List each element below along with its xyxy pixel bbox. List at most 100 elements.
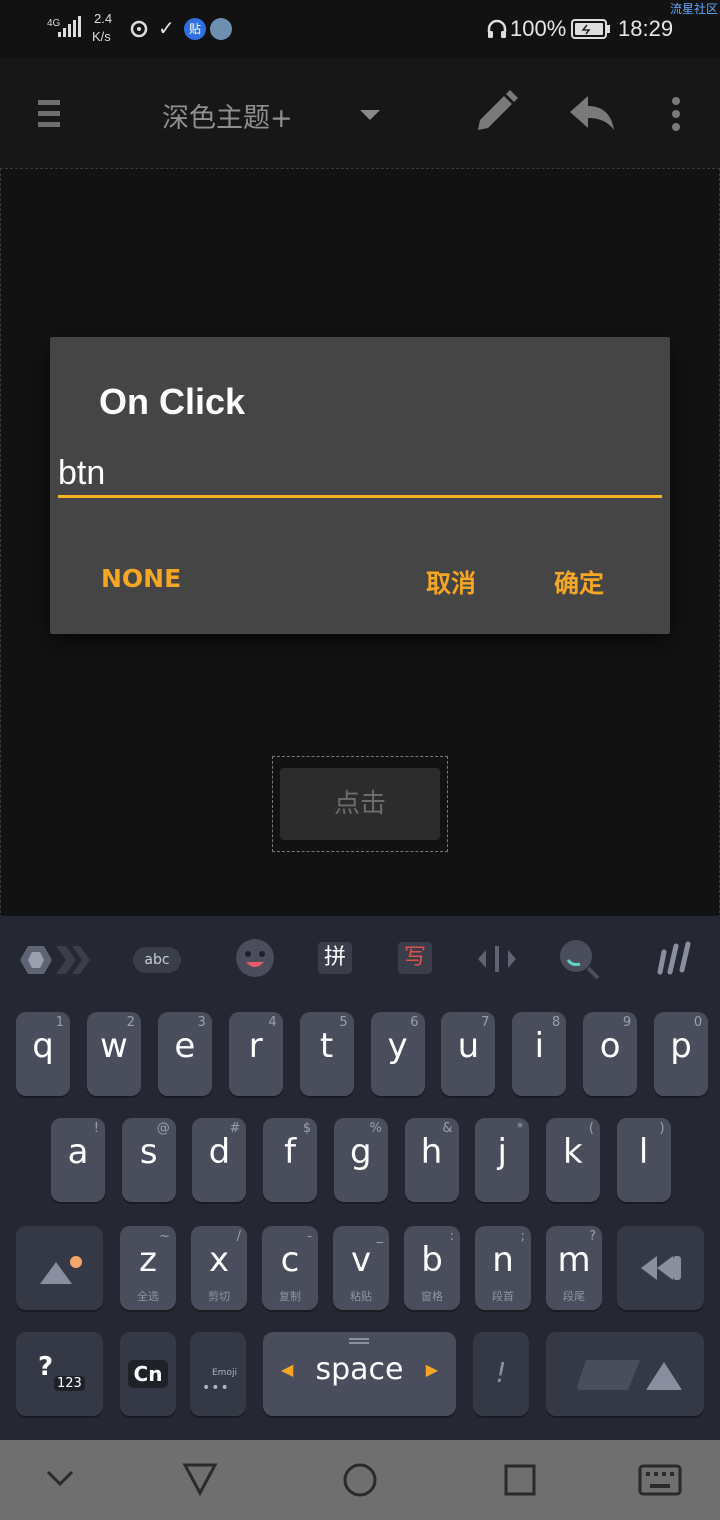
- key-w[interactable]: w2: [86, 1012, 141, 1096]
- edit-icon[interactable]: [474, 90, 518, 134]
- key-char: v: [350, 1240, 372, 1280]
- dots-icon: •••: [202, 1380, 230, 1396]
- key-h[interactable]: h &: [404, 1118, 459, 1202]
- key-char: c: [280, 1240, 300, 1280]
- key-q[interactable]: q1: [16, 1012, 70, 1096]
- key-alt-char: @: [156, 1121, 170, 1136]
- key-y[interactable]: y6: [370, 1012, 425, 1096]
- key-char: l: [638, 1132, 649, 1172]
- key-alt-char: #: [229, 1121, 241, 1136]
- keyboard-switch-icon[interactable]: [638, 1464, 682, 1496]
- keyboard-logo-icon[interactable]: [16, 942, 96, 978]
- key-e[interactable]: e3: [157, 1012, 212, 1096]
- home-icon[interactable]: [342, 1462, 378, 1498]
- hide-keyboard-icon[interactable]: [46, 1470, 74, 1488]
- key-char: i: [534, 1026, 545, 1066]
- key-char: m: [557, 1240, 591, 1280]
- key-a[interactable]: a!: [51, 1118, 105, 1202]
- numbers-key[interactable]: ? 123: [16, 1332, 103, 1416]
- key-alt-char: %: [369, 1121, 382, 1136]
- clock: 18:29: [618, 16, 674, 41]
- canvas-button-frame[interactable]: 点击: [272, 756, 448, 852]
- key-alt-char: ?: [589, 1229, 596, 1244]
- key-k[interactable]: k(: [545, 1118, 600, 1202]
- cn-key[interactable]: Cn: [120, 1332, 176, 1416]
- enter-icon: [577, 1360, 682, 1390]
- key-x[interactable]: x / 剪切: [191, 1226, 247, 1310]
- key-alt-char: $: [302, 1121, 312, 1136]
- menu-icon[interactable]: [38, 98, 62, 130]
- net-speed-unit: K/s: [92, 29, 111, 44]
- key-o[interactable]: o9: [583, 1012, 638, 1096]
- voice-icon[interactable]: [654, 938, 694, 978]
- abc-button[interactable]: abc: [133, 947, 181, 973]
- key-r[interactable]: r4: [228, 1012, 283, 1096]
- enter-key[interactable]: [546, 1332, 704, 1416]
- net-speed-value: 2.4: [94, 11, 113, 26]
- key-char: t: [319, 1026, 334, 1066]
- key-p[interactable]: p0: [654, 1012, 709, 1096]
- key-u[interactable]: u7: [441, 1012, 496, 1096]
- shift-key[interactable]: [16, 1226, 103, 1310]
- key-l[interactable]: l): [616, 1118, 671, 1202]
- watermark: 流星社区: [669, 2, 718, 16]
- key-char: g: [350, 1132, 372, 1172]
- cancel-button[interactable]: 取消: [426, 564, 476, 600]
- key-n[interactable]: n; 段首: [475, 1226, 531, 1310]
- recents-icon[interactable]: [504, 1464, 536, 1496]
- key-alt-char: /: [236, 1229, 241, 1244]
- ok-button[interactable]: 确定: [554, 564, 604, 600]
- handwrite-button[interactable]: 写: [398, 942, 432, 974]
- key-alt-char: 0: [693, 1015, 703, 1030]
- emoji-key-label: Emoji: [212, 1368, 237, 1378]
- cursor-move-icon[interactable]: [476, 946, 518, 972]
- none-button[interactable]: NONE: [101, 564, 181, 593]
- key-action-label: 段首: [492, 1290, 514, 1303]
- key-char: q: [32, 1026, 54, 1066]
- navigation-bar: [0, 1440, 720, 1520]
- more-vert-icon[interactable]: [670, 96, 682, 132]
- key-m[interactable]: m? 段尾: [546, 1226, 602, 1310]
- theme-title[interactable]: 深色主题+: [162, 96, 293, 135]
- backspace-key[interactable]: [617, 1226, 704, 1310]
- key-char: w: [99, 1026, 128, 1066]
- key-i[interactable]: i8: [512, 1012, 567, 1096]
- pinyin-button[interactable]: 拼: [318, 942, 352, 974]
- numbers-key-sub: 123: [54, 1376, 85, 1391]
- key-char: h: [420, 1132, 443, 1172]
- app-toolbar: [0, 58, 720, 168]
- key-char: z: [139, 1240, 157, 1280]
- key-alt-char: 4: [268, 1015, 277, 1030]
- key-z[interactable]: z ~ 全选: [120, 1226, 176, 1310]
- chevron-down-icon[interactable]: [358, 108, 382, 122]
- battery-icon: [571, 19, 610, 39]
- undo-icon[interactable]: [568, 94, 616, 132]
- emoji-icon[interactable]: [235, 938, 275, 978]
- key-g[interactable]: g%: [333, 1118, 388, 1202]
- key-alt-char: 8: [552, 1015, 561, 1030]
- space-key[interactable]: ◀ space ▶: [263, 1332, 456, 1416]
- sync-icon: [130, 20, 148, 38]
- back-icon[interactable]: [182, 1462, 218, 1496]
- key-alt-char: *: [516, 1121, 524, 1136]
- key-j[interactable]: j *: [475, 1118, 530, 1202]
- key-b[interactable]: b: 窗格: [404, 1226, 460, 1310]
- onclick-input[interactable]: [58, 451, 662, 498]
- backspace-icon: [641, 1256, 681, 1280]
- key-char: o: [599, 1026, 621, 1066]
- key-d[interactable]: d #: [192, 1118, 247, 1202]
- canvas-button[interactable]: 点击: [280, 768, 440, 840]
- key-v[interactable]: v _ 粘贴: [333, 1226, 389, 1310]
- key-f[interactable]: f $: [263, 1118, 318, 1202]
- search-icon[interactable]: [558, 938, 600, 980]
- key-char: k: [563, 1132, 583, 1172]
- onclick-dialog: On Click NONE 取消 确定: [50, 337, 670, 634]
- key-action-label: 粘贴: [350, 1290, 372, 1303]
- emoji-key[interactable]: Emoji •••: [190, 1332, 246, 1416]
- key-t[interactable]: t5: [299, 1012, 354, 1096]
- key-c[interactable]: c - 复制: [262, 1226, 318, 1310]
- key-char: r: [248, 1026, 263, 1066]
- key-s[interactable]: s @: [121, 1118, 176, 1202]
- punctuation-key[interactable]: !: [473, 1332, 529, 1416]
- punctuation-key-label: !: [495, 1356, 507, 1389]
